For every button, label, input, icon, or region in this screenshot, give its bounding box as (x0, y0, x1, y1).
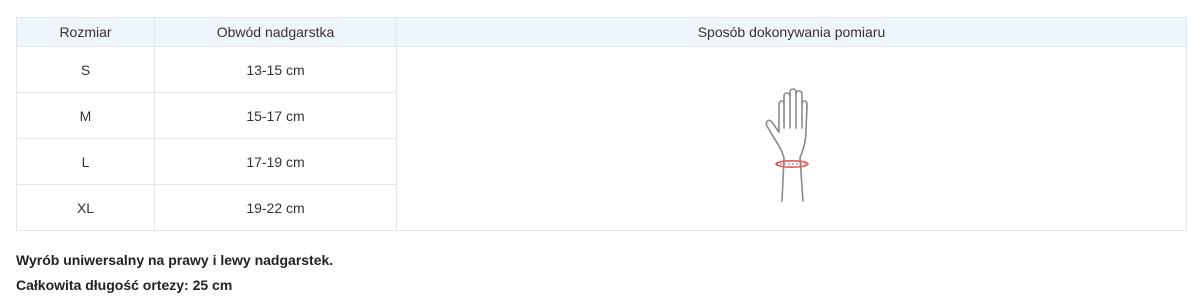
size-cell: L (16, 138, 155, 185)
table-row: S 13-15 cm (16, 46, 1187, 231)
circumference-cell: 17-19 cm (154, 138, 397, 185)
table-header-row: Rozmiar Obwód nadgarstka Sposób dokonywa… (16, 17, 1187, 47)
measurement-illustration-cell (396, 46, 1187, 231)
size-cell: M (16, 92, 155, 139)
note-length: Całkowita długość ortezy: 25 cm (16, 277, 233, 293)
header-measurement-method: Sposób dokonywania pomiaru (396, 17, 1187, 47)
size-cell: XL (16, 184, 155, 231)
hand-wrist-measurement-icon (765, 87, 809, 202)
header-size: Rozmiar (16, 17, 155, 47)
note-universal: Wyrób uniwersalny na prawy i lewy nadgar… (16, 252, 334, 268)
size-guide: Rozmiar Obwód nadgarstka Sposób dokonywa… (0, 0, 1200, 304)
circumference-cell: 19-22 cm (154, 184, 397, 231)
circumference-cell: 13-15 cm (154, 46, 397, 93)
header-circumference: Obwód nadgarstka (154, 17, 397, 47)
product-notes: Wyrób uniwersalny na prawy i lewy nadgar… (16, 248, 333, 298)
circumference-cell: 15-17 cm (154, 92, 397, 139)
size-table: Rozmiar Obwód nadgarstka Sposób dokonywa… (16, 17, 1187, 231)
size-cell: S (16, 46, 155, 93)
